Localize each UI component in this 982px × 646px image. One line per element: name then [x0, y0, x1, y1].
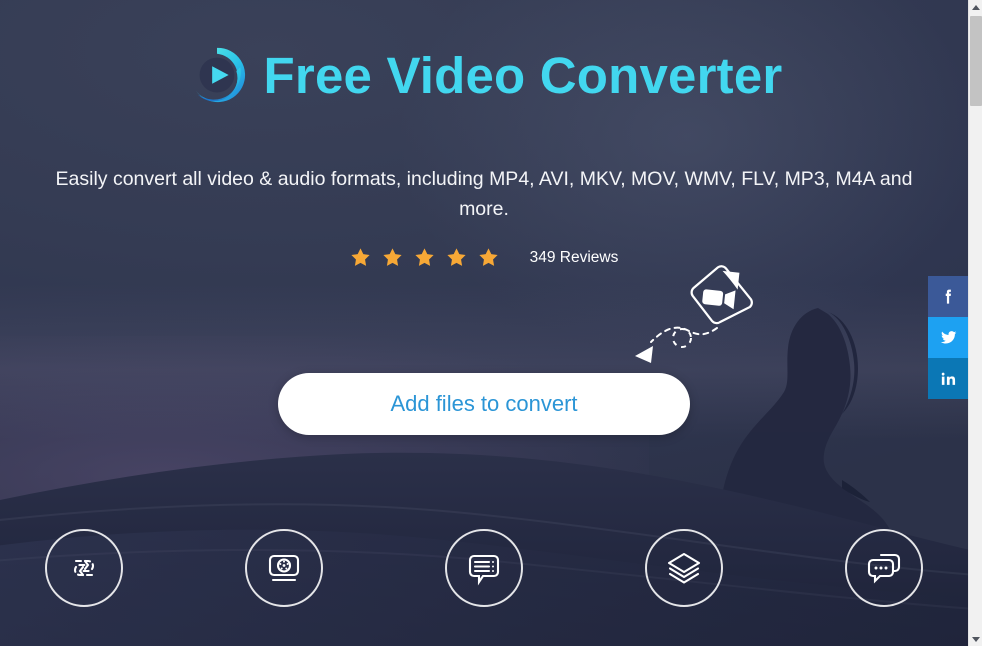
scrollbar-thumb[interactable] — [970, 16, 982, 106]
brand-header: Free Video Converter — [0, 44, 968, 106]
app-window: Free Video Converter Easily convert all … — [0, 0, 982, 646]
star-icon — [446, 247, 467, 268]
linkedin-icon — [939, 369, 958, 388]
share-twitter-button[interactable] — [928, 317, 968, 358]
dvd-screen-icon — [263, 547, 305, 589]
rating-row: 349 Reviews — [0, 247, 968, 268]
page-scrollbar[interactable] — [968, 0, 982, 646]
page-content: Free Video Converter Easily convert all … — [0, 0, 968, 646]
facebook-icon — [939, 287, 958, 306]
star-rating — [350, 247, 499, 268]
feature-support-button[interactable] — [845, 529, 923, 607]
feature-subtitle-button[interactable] — [445, 529, 523, 607]
share-facebook-button[interactable] — [928, 276, 968, 317]
play-circle-logo-icon — [186, 44, 248, 106]
feature-dvd-button[interactable] — [245, 529, 323, 607]
scroll-up-arrow-icon[interactable] — [969, 0, 982, 14]
subtitle-bubble-icon — [463, 547, 505, 589]
social-share-rail — [928, 276, 968, 399]
star-icon — [414, 247, 435, 268]
layers-stack-icon — [663, 547, 705, 589]
share-linkedin-button[interactable] — [928, 358, 968, 399]
chat-bubbles-icon — [863, 547, 905, 589]
add-files-button[interactable]: Add files to convert — [278, 373, 690, 435]
feature-icon-row — [0, 529, 968, 607]
twitter-icon — [939, 328, 958, 347]
feature-convert-button[interactable] — [45, 529, 123, 607]
star-icon — [478, 247, 499, 268]
reviews-count: 349 Reviews — [529, 248, 619, 266]
star-icon — [350, 247, 371, 268]
page-title: Free Video Converter — [263, 46, 783, 104]
star-icon — [382, 247, 403, 268]
hero-subtitle: Easily convert all video & audio formats… — [55, 168, 913, 220]
feature-batch-button[interactable] — [645, 529, 723, 607]
convert-arrows-icon — [64, 548, 104, 588]
scroll-down-arrow-icon[interactable] — [969, 632, 982, 646]
